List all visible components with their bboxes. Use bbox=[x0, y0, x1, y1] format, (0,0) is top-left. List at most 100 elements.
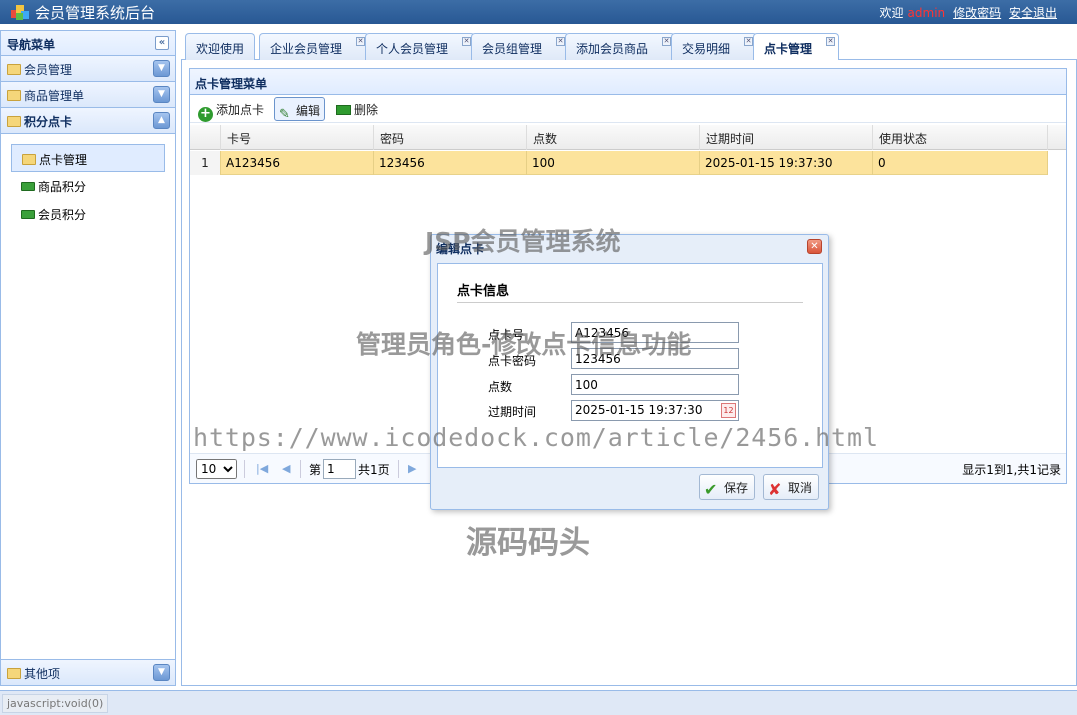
watermark-brand: 源码码头 bbox=[466, 525, 590, 561]
folder-icon bbox=[22, 154, 36, 165]
add-card-label: 添加点卡 bbox=[216, 103, 265, 117]
column-header[interactable]: 过期时间 bbox=[700, 125, 873, 150]
column-header[interactable]: 点数 bbox=[527, 125, 700, 150]
cell-card-number: A123456 bbox=[221, 151, 374, 175]
edit-label: 编辑 bbox=[296, 104, 321, 118]
next-page-icon[interactable]: ▶ bbox=[408, 462, 416, 475]
card-icon bbox=[21, 182, 35, 191]
tab-label: 会员组管理 bbox=[482, 42, 543, 56]
tab-enterprise-member[interactable]: 企业会员管理 ✕ bbox=[259, 33, 370, 60]
expand-icon[interactable]: ▼ bbox=[153, 60, 170, 77]
tab-transactions[interactable]: 交易明细 ✕ bbox=[671, 33, 758, 60]
page-number-input[interactable] bbox=[323, 459, 356, 479]
delete-button[interactable]: 删除 bbox=[332, 97, 382, 121]
close-icon[interactable]: ✕ bbox=[662, 37, 672, 46]
add-icon: + bbox=[198, 107, 213, 122]
dialog-footer: ✔ 保存 ✘ 取消 bbox=[431, 468, 828, 508]
expand-icon[interactable]: ▼ bbox=[153, 664, 170, 681]
close-icon[interactable]: ✕ bbox=[356, 37, 366, 46]
nav-group-label: 积分点卡 bbox=[24, 115, 73, 129]
logout-link[interactable]: 安全退出 bbox=[1009, 6, 1057, 20]
tab-card-management[interactable]: 点卡管理 ✕ bbox=[753, 33, 840, 61]
folder-icon bbox=[7, 668, 21, 679]
status-bar: javascript:void(0) bbox=[0, 690, 1077, 715]
close-icon[interactable]: ✕ bbox=[807, 239, 822, 254]
tab-personal-member[interactable]: 个人会员管理 ✕ bbox=[365, 33, 476, 60]
sidebar-item-label: 会员积分 bbox=[38, 208, 87, 222]
sidebar-item-label: 点卡管理 bbox=[39, 153, 88, 167]
sidebar-item-goods-points[interactable]: 商品积分 bbox=[11, 172, 165, 200]
username: admin bbox=[907, 6, 946, 20]
nav-header: 导航菜单 « bbox=[1, 31, 175, 56]
sidebar-item-label: 商品积分 bbox=[38, 180, 87, 194]
calendar-icon[interactable]: 12 bbox=[721, 403, 736, 418]
close-icon[interactable]: ✕ bbox=[556, 37, 566, 46]
tab-label: 企业会员管理 bbox=[270, 42, 343, 56]
save-button[interactable]: ✔ 保存 bbox=[699, 474, 756, 500]
expand-icon[interactable]: ▼ bbox=[153, 86, 170, 103]
nav-sidebar: 导航菜单 « 会员管理 ▼ 商品管理单 ▼ 积分点卡 ▲ 点卡管理 商品积分 会… bbox=[0, 30, 176, 686]
nav-group-member[interactable]: 会员管理 ▼ bbox=[1, 56, 175, 82]
collapse-sidebar-icon[interactable]: « bbox=[155, 36, 169, 50]
points-label: 点数 bbox=[488, 380, 513, 394]
tab-label: 个人会员管理 bbox=[376, 42, 449, 56]
add-card-button[interactable]: + 添加点卡 bbox=[194, 97, 268, 122]
tab-label: 交易明细 bbox=[682, 42, 731, 56]
nav-group-label: 其他项 bbox=[24, 667, 61, 681]
close-icon[interactable]: ✕ bbox=[826, 37, 836, 46]
total-pages: 共1页 bbox=[358, 463, 390, 477]
table-row[interactable]: 1 A123456 123456 100 2025-01-15 19:37:30… bbox=[190, 151, 1048, 175]
checkmark-icon: ✔ bbox=[704, 480, 718, 499]
grid-header: 卡号 密码 点数 过期时间 使用状态 bbox=[190, 125, 1066, 150]
nav-group-label: 会员管理 bbox=[24, 63, 73, 77]
folder-icon bbox=[7, 90, 21, 101]
rownum-header bbox=[190, 125, 221, 150]
tab-add-member-goods[interactable]: 添加会员商品 ✕ bbox=[565, 33, 676, 60]
nav-group-goods[interactable]: 商品管理单 ▼ bbox=[1, 82, 175, 108]
tab-bar: 欢迎使用 企业会员管理 ✕ 个人会员管理 ✕ 会员组管理 ✕ 添加会员商品 ✕ 交易明细… bbox=[181, 30, 1077, 61]
column-header[interactable]: 密码 bbox=[374, 125, 527, 150]
welcome-text: 欢迎 bbox=[879, 6, 904, 20]
nav-header-title: 导航菜单 bbox=[7, 38, 56, 52]
save-label: 保存 bbox=[724, 481, 749, 495]
tab-label: 点卡管理 bbox=[764, 42, 813, 56]
section-title: 点卡信息 bbox=[457, 284, 510, 299]
nav-group-other[interactable]: 其他项 ▼ bbox=[1, 659, 175, 685]
column-header[interactable]: 卡号 bbox=[221, 125, 374, 150]
cancel-button[interactable]: ✘ 取消 bbox=[763, 474, 820, 500]
cell-password: 123456 bbox=[374, 151, 527, 175]
panel-title: 点卡管理菜单 bbox=[190, 69, 1066, 95]
status-text: javascript:void(0) bbox=[2, 694, 109, 713]
folder-icon bbox=[7, 64, 21, 75]
watermark-title: JSP会员管理系统 bbox=[425, 227, 621, 256]
sidebar-item-member-points[interactable]: 会员积分 bbox=[11, 200, 165, 228]
page-size-select[interactable]: 10 bbox=[196, 459, 237, 479]
collapse-icon[interactable]: ▲ bbox=[153, 112, 170, 129]
top-header-bar: 会员管理系统后台 欢迎 admin 修改密码 安全退出 bbox=[0, 0, 1077, 24]
change-password-link[interactable]: 修改密码 bbox=[953, 6, 1001, 20]
points-field[interactable] bbox=[571, 374, 739, 395]
app-logo-icon bbox=[11, 5, 29, 20]
expire-time-field[interactable]: 2025-01-15 19:37:30 12 bbox=[571, 400, 739, 421]
divider bbox=[300, 460, 301, 478]
cell-status: 0 bbox=[873, 151, 1048, 175]
expire-time-label: 过期时间 bbox=[488, 405, 537, 419]
prev-page-icon[interactable]: ◀ bbox=[282, 462, 290, 475]
close-icon[interactable]: ✕ bbox=[744, 37, 754, 46]
tab-member-group[interactable]: 会员组管理 ✕ bbox=[471, 33, 570, 60]
sidebar-item-card-management[interactable]: 点卡管理 bbox=[11, 144, 165, 172]
first-page-icon[interactable]: |◀ bbox=[256, 462, 268, 475]
cancel-label: 取消 bbox=[788, 481, 813, 495]
column-header[interactable]: 使用状态 bbox=[873, 125, 1048, 150]
pencil-icon: ✎ bbox=[279, 107, 290, 122]
close-icon[interactable]: ✕ bbox=[462, 37, 472, 46]
expire-time-value: 2025-01-15 19:37:30 bbox=[575, 403, 703, 417]
tab-label: 添加会员商品 bbox=[576, 42, 649, 56]
cell-points: 100 bbox=[527, 151, 700, 175]
points-submenu: 点卡管理 商品积分 会员积分 bbox=[1, 134, 175, 658]
tab-welcome[interactable]: 欢迎使用 bbox=[185, 33, 256, 60]
edit-button[interactable]: ✎ 编辑 bbox=[274, 97, 326, 122]
watermark-subtitle: 管理员角色-修改点卡信息功能 bbox=[356, 330, 692, 359]
divider bbox=[244, 460, 245, 478]
nav-group-points[interactable]: 积分点卡 ▲ bbox=[1, 108, 175, 134]
